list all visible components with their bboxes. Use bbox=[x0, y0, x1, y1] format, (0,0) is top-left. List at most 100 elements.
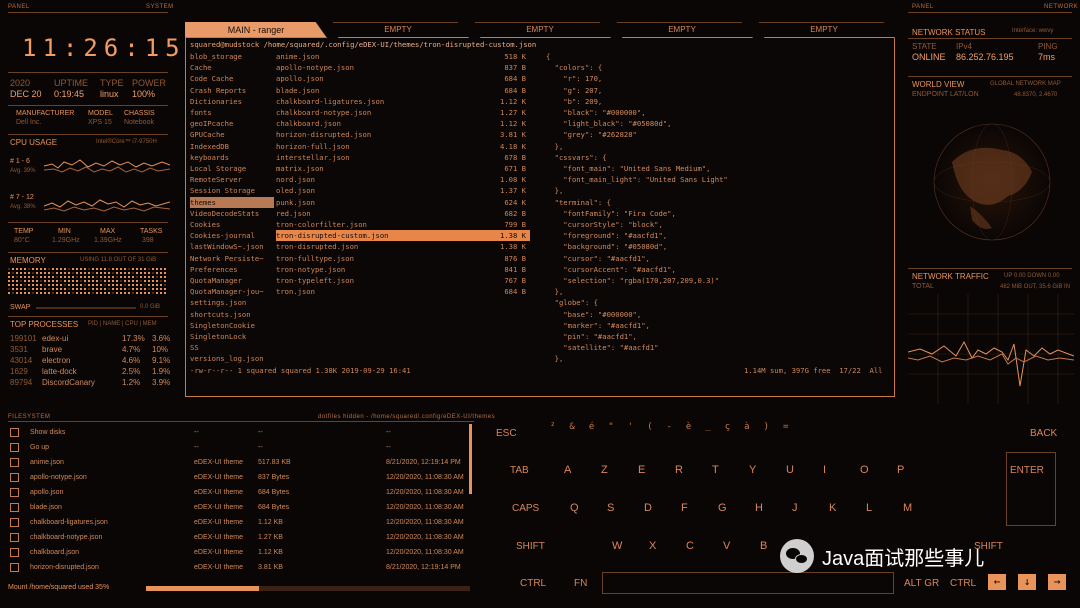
ranger-file-item[interactable]: punk.json 624 K bbox=[276, 197, 530, 208]
ranger-dir-item[interactable]: SS bbox=[190, 342, 274, 353]
key-arrow-right[interactable]: → bbox=[1048, 574, 1066, 590]
key-g[interactable]: G bbox=[718, 502, 727, 514]
key-t[interactable]: T bbox=[712, 464, 719, 476]
ranger-dir-item[interactable]: SingletonCookie bbox=[190, 320, 274, 331]
tab-empty-3[interactable]: EMPTY bbox=[616, 22, 753, 38]
key-arrow-down[interactable]: ↓ bbox=[1018, 574, 1036, 590]
ranger-dir-item[interactable]: Session Storage bbox=[190, 185, 274, 196]
key-m[interactable]: M bbox=[903, 502, 912, 514]
file-row[interactable]: Show disks -- -- -- bbox=[8, 426, 466, 441]
ranger-file-item[interactable]: chalkboard-ligatures.json 1.12 K bbox=[276, 96, 530, 107]
key-s[interactable]: S bbox=[607, 502, 614, 514]
ranger-dir-item[interactable]: lastWindowS~.json bbox=[190, 241, 274, 252]
ranger-dir-item[interactable]: themes bbox=[190, 196, 274, 208]
ranger-file-item[interactable]: tron-typeleft.json 767 B bbox=[276, 275, 530, 286]
file-row[interactable]: chalkboard.json eDEX-UI theme 1.12 KB 12/20… bbox=[8, 546, 466, 561]
ranger-dir-item[interactable]: QuotaManager-jou~ bbox=[190, 286, 274, 297]
key-a[interactable]: A bbox=[564, 464, 571, 476]
ranger-dir-item[interactable]: Network Persiste~ bbox=[190, 253, 274, 264]
key-arrow-left[interactable]: ← bbox=[988, 574, 1006, 590]
ranger-dir-item[interactable]: Cookies bbox=[190, 219, 274, 230]
key-e[interactable]: E bbox=[638, 464, 645, 476]
ranger-dir-item[interactable]: GPUCache bbox=[190, 129, 274, 140]
key-row-symbols[interactable]: ²&é"'(-è_çà)= bbox=[550, 422, 802, 432]
ranger-file-item[interactable]: tron-fulltype.json 876 B bbox=[276, 253, 530, 264]
ranger-file-item[interactable]: blade.json 684 B bbox=[276, 85, 530, 96]
ranger-file-item[interactable]: tron-notype.json 841 B bbox=[276, 264, 530, 275]
ranger-file-item[interactable]: horizon-disrupted.json 3.81 K bbox=[276, 129, 530, 140]
ranger-file-item[interactable]: apollo.json 684 B bbox=[276, 73, 530, 84]
tab-empty-1[interactable]: EMPTY bbox=[332, 22, 469, 38]
key-d[interactable]: D bbox=[644, 502, 652, 514]
ranger-file-item[interactable]: oled.json 1.37 K bbox=[276, 185, 530, 196]
key-alt-gr[interactable]: ALT GR bbox=[904, 578, 939, 589]
ranger-dir-item[interactable]: versions_log.json bbox=[190, 353, 274, 364]
key-u[interactable]: U bbox=[786, 464, 794, 476]
key-tab[interactable]: TAB bbox=[510, 465, 529, 476]
key-i[interactable]: I bbox=[823, 464, 826, 476]
ranger-dir-item[interactable]: Crash Reports bbox=[190, 85, 274, 96]
ranger-dir-item[interactable]: shortcuts.json bbox=[190, 309, 274, 320]
key-esc[interactable]: ESC bbox=[496, 428, 517, 439]
ranger-dir-item[interactable]: geoIPcache bbox=[190, 118, 274, 129]
key-z[interactable]: Z bbox=[601, 464, 608, 476]
tab-main[interactable]: MAIN - ranger bbox=[185, 22, 327, 38]
key-h[interactable]: H bbox=[755, 502, 763, 514]
tab-empty-2[interactable]: EMPTY bbox=[474, 22, 611, 38]
file-row[interactable]: chalkboard-ligatures.json eDEX-UI theme 1.… bbox=[8, 516, 466, 531]
key-q[interactable]: Q bbox=[570, 502, 579, 514]
file-row[interactable]: blade.json eDEX-UI theme 684 Bytes 12/20/20… bbox=[8, 501, 466, 516]
ranger-file-item[interactable]: tron.json 684 B bbox=[276, 286, 530, 297]
ranger-file-item[interactable]: tron-disrupted.json 1.38 K bbox=[276, 241, 530, 252]
key-b[interactable]: B bbox=[760, 540, 767, 552]
file-row[interactable]: chalkboard-notype.json eDEX-UI theme 1.27 … bbox=[8, 531, 466, 546]
ranger-dir-item[interactable]: settings.json bbox=[190, 297, 274, 308]
file-row[interactable]: anime.json eDEX-UI theme 517.83 KB 8/21/202… bbox=[8, 456, 466, 471]
key-ctrl-right[interactable]: CTRL bbox=[950, 578, 976, 589]
ranger-file-item[interactable]: matrix.json 671 B bbox=[276, 163, 530, 174]
ranger-file-item[interactable]: chalkboard-notype.json 1.27 K bbox=[276, 107, 530, 118]
ranger-dir-item[interactable]: blob_storage bbox=[190, 51, 274, 62]
ranger-dir-item[interactable]: RemoteServer bbox=[190, 174, 274, 185]
key-x[interactable]: X bbox=[649, 540, 656, 552]
key-enter-frame[interactable] bbox=[1006, 452, 1056, 526]
ranger-dir-item[interactable]: QuotaManager bbox=[190, 275, 274, 286]
key-fn[interactable]: FN bbox=[574, 578, 587, 589]
key-caps[interactable]: CAPS bbox=[512, 503, 539, 514]
ranger-dir-item[interactable]: Preferences bbox=[190, 264, 274, 275]
ranger-file-item[interactable]: nord.json 1.08 K bbox=[276, 174, 530, 185]
key-j[interactable]: J bbox=[792, 502, 798, 514]
file-row[interactable]: apollo.json eDEX-UI theme 684 Bytes 12/20/2… bbox=[8, 486, 466, 501]
ranger-dir-item[interactable]: Cookies-journal bbox=[190, 230, 274, 241]
ranger-file-item[interactable]: red.json 682 B bbox=[276, 208, 530, 219]
ranger-file-item[interactable]: tron-colorfilter.json 799 B bbox=[276, 219, 530, 230]
key-k[interactable]: K bbox=[829, 502, 836, 514]
ranger-file-item[interactable]: anime.json 518 K bbox=[276, 51, 530, 62]
key-w[interactable]: W bbox=[612, 540, 622, 552]
tab-empty-4[interactable]: EMPTY bbox=[758, 22, 895, 38]
file-row[interactable]: apollo-notype.json eDEX-UI theme 837 Bytes… bbox=[8, 471, 466, 486]
ranger-dir-item[interactable]: Code Cache bbox=[190, 73, 274, 84]
key-enter[interactable]: ENTER bbox=[1010, 465, 1044, 476]
ranger-dir-item[interactable]: keyboards bbox=[190, 152, 274, 163]
ranger-dir-item[interactable]: Local Storage bbox=[190, 163, 274, 174]
ranger-dir-item[interactable]: fonts bbox=[190, 107, 274, 118]
ranger-dir-item[interactable]: IndexedDB bbox=[190, 141, 274, 152]
key-o[interactable]: O bbox=[860, 464, 869, 476]
file-list-scrollbar[interactable] bbox=[469, 424, 472, 494]
key-ctrl-left[interactable]: CTRL bbox=[520, 578, 546, 589]
ranger-file-item[interactable]: interstellar.json 678 B bbox=[276, 152, 530, 163]
key-c[interactable]: C bbox=[686, 540, 694, 552]
ranger-dir-item[interactable]: SingletonLock bbox=[190, 331, 274, 342]
key-shift-left[interactable]: SHIFT bbox=[516, 541, 545, 552]
file-row[interactable]: horizon-disrupted.json eDEX-UI theme 3.81 … bbox=[8, 561, 466, 576]
file-row[interactable]: Go up -- -- -- bbox=[8, 441, 466, 456]
key-r[interactable]: R bbox=[675, 464, 683, 476]
key-p[interactable]: P bbox=[897, 464, 904, 476]
ranger-file-item[interactable]: tron-disrupted-custom.json 1.38 K bbox=[276, 230, 530, 242]
key-back[interactable]: BACK bbox=[1030, 428, 1057, 439]
ranger-file-item[interactable]: horizon-full.json 4.18 K bbox=[276, 141, 530, 152]
ranger-dir-item[interactable]: Cache bbox=[190, 62, 274, 73]
ranger-file-item[interactable]: apollo-notype.json 837 B bbox=[276, 62, 530, 73]
key-v[interactable]: V bbox=[723, 540, 730, 552]
